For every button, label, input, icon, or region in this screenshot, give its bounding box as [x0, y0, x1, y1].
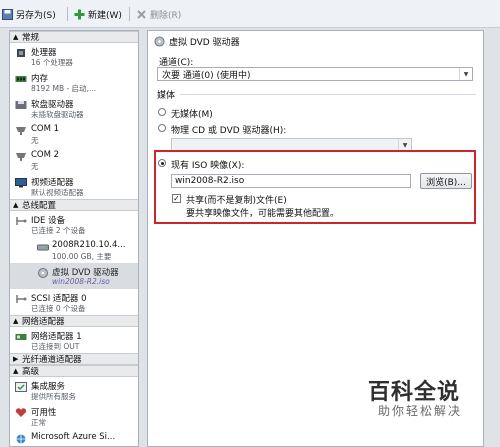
save-as-button[interactable]: 另存为(S): [2, 7, 56, 21]
collapse-icon: ▲: [13, 317, 19, 325]
tree-item-subtitle: 未插软盘驱动器: [31, 110, 84, 119]
category-general[interactable]: ▲ 常规: [10, 31, 138, 43]
media-label: 媒体: [157, 91, 176, 101]
share-file-label: 共享(而不是复制)文件(E): [186, 196, 287, 206]
category-fibre-channel[interactable]: ▶ 光纤通道适配器: [10, 353, 138, 365]
collapse-icon: ▲: [13, 367, 19, 375]
tree-item-floppy[interactable]: 软盘驱动器 未插软盘驱动器: [10, 95, 138, 121]
tree-item-subtitle: 100.00 GB, 主要: [52, 252, 112, 261]
tree-item-title: COM 2: [31, 150, 60, 160]
tree-item-dvd-drive[interactable]: 虚拟 DVD 驱动器 win2008-R2.iso: [10, 263, 138, 289]
serial-port-icon: [16, 127, 26, 135]
category-label: 常规: [22, 33, 40, 43]
iso-image-radio[interactable]: [158, 159, 166, 167]
tree-item-availability[interactable]: 可用性 正常: [10, 403, 138, 429]
hard-drive-icon: [37, 244, 49, 251]
scsi-controller-icon: [16, 295, 27, 303]
settings-tree: ▲ 常规 处理器 16 个处理器 内存 8192 MB - 启动,... 软盘驱…: [9, 30, 139, 447]
category-label: 网络适配器: [22, 317, 65, 327]
serial-port-icon: [16, 153, 26, 161]
no-media-radio[interactable]: [158, 108, 166, 116]
tree-item-subtitle: 16 个处理器: [31, 58, 73, 67]
category-label: 高级: [22, 367, 40, 377]
tree-item-subtitle: 提供所有服务: [31, 392, 76, 401]
tree-item-video-adapter[interactable]: 视频适配器 默认视频适配器: [10, 173, 138, 199]
collapse-icon: ▲: [13, 201, 19, 209]
tree-item-network-adapter[interactable]: 网络适配器 1 已连接到 OUT: [10, 327, 138, 353]
physical-drive-radio[interactable]: [158, 124, 166, 132]
chevron-down-icon: ▼: [459, 68, 472, 80]
panel-title: 虚拟 DVD 驱动器: [169, 37, 240, 48]
dvd-disc-icon: [154, 35, 165, 47]
toolbar: 另存为(S) 新建(W) 删除(R): [0, 0, 500, 28]
floppy-icon: [15, 101, 27, 109]
no-media-label: 无媒体(M): [171, 110, 213, 120]
tree-item-subtitle: win2008-R2.iso: [52, 277, 110, 286]
new-button[interactable]: 新建(W): [74, 7, 122, 21]
dvd-disc-icon: [38, 268, 48, 278]
tree-item-subtitle: 默认视频适配器: [31, 188, 84, 197]
category-label: 光纤通道适配器: [22, 355, 82, 365]
iso-image-label: 现有 ISO 映像(X):: [171, 161, 245, 171]
tree-item-ide[interactable]: IDE 设备 已连接 2 个设备: [10, 211, 138, 237]
tree-item-title: COM 1: [31, 124, 60, 134]
integration-services-icon: [15, 382, 27, 392]
tree-item-subtitle: 已连接 2 个设备: [31, 226, 86, 235]
ide-controller-icon: [16, 217, 27, 225]
delete-icon: [137, 9, 146, 19]
channel-value: 次要 通道(0) (使用中): [162, 70, 251, 81]
panel-header: 虚拟 DVD 驱动器: [148, 31, 483, 51]
tree-item-title: Microsoft Azure Si...: [31, 432, 116, 442]
memory-icon: [15, 76, 27, 82]
share-file-checkbox[interactable]: ✓: [172, 194, 181, 203]
tree-item-subtitle: 无: [31, 136, 39, 145]
tree-item-integration-services[interactable]: 集成服务 提供所有服务: [10, 377, 138, 403]
tree-item-com2[interactable]: COM 2 无: [10, 147, 138, 173]
expand-icon: ▶: [13, 355, 19, 363]
category-advanced[interactable]: ▲ 高级: [10, 365, 138, 377]
tree-item-subtitle: 已连接 0 个设备: [31, 304, 86, 313]
category-controllers[interactable]: ▲ 总线配置: [10, 199, 138, 211]
globe-icon: [16, 434, 26, 444]
tree-item-processor[interactable]: 处理器 16 个处理器: [10, 43, 138, 69]
delete-label: 删除(R): [150, 10, 182, 21]
tree-item-memory[interactable]: 内存 8192 MB - 启动,...: [10, 69, 138, 95]
new-label: 新建(W): [88, 10, 122, 21]
tree-item-azure[interactable]: Microsoft Azure Si...: [10, 429, 138, 446]
collapse-icon: ▲: [13, 33, 19, 41]
category-network[interactable]: ▲ 网络适配器: [10, 315, 138, 327]
save-icon: [2, 8, 13, 20]
tree-item-subtitle: 已连接到 OUT: [31, 342, 80, 351]
tree-item-title: 2008R210.10.4...: [52, 240, 126, 250]
divider: [180, 94, 476, 95]
tree-item-subtitle: 无: [31, 162, 39, 171]
browse-button[interactable]: 浏览(B)...: [420, 173, 472, 189]
delete-button[interactable]: 删除(R): [136, 7, 181, 21]
network-adapter-icon: [15, 334, 27, 340]
processor-icon: [17, 49, 25, 57]
tree-item-subtitle: 正常: [31, 418, 46, 427]
watermark-slogan: 助你轻松解决: [378, 404, 463, 418]
tree-item-com1[interactable]: COM 1 无: [10, 121, 138, 147]
toolbar-separator: [129, 7, 130, 21]
tree-item-hard-drive[interactable]: 2008R210.10.4... 100.00 GB, 主要: [10, 237, 138, 263]
channel-select[interactable]: 次要 通道(0) (使用中) ▼: [157, 67, 473, 81]
physical-drive-label: 物理 CD 或 DVD 驱动器(H):: [171, 126, 287, 136]
plus-icon: [74, 9, 85, 19]
monitor-icon: [15, 178, 27, 188]
tree-item-subtitle: 8192 MB - 启动,...: [31, 84, 97, 93]
iso-path-input[interactable]: win2008-R2.iso: [171, 174, 411, 188]
heartbeat-icon: [15, 408, 27, 417]
category-label: 总线配置: [22, 201, 57, 211]
toolbar-separator: [67, 7, 68, 21]
save-as-label: 另存为(S): [16, 10, 56, 21]
share-file-note: 要共享映像文件，可能需要其他配置。: [186, 209, 340, 219]
tree-item-scsi[interactable]: SCSI 适配器 0 已连接 0 个设备: [10, 289, 138, 315]
